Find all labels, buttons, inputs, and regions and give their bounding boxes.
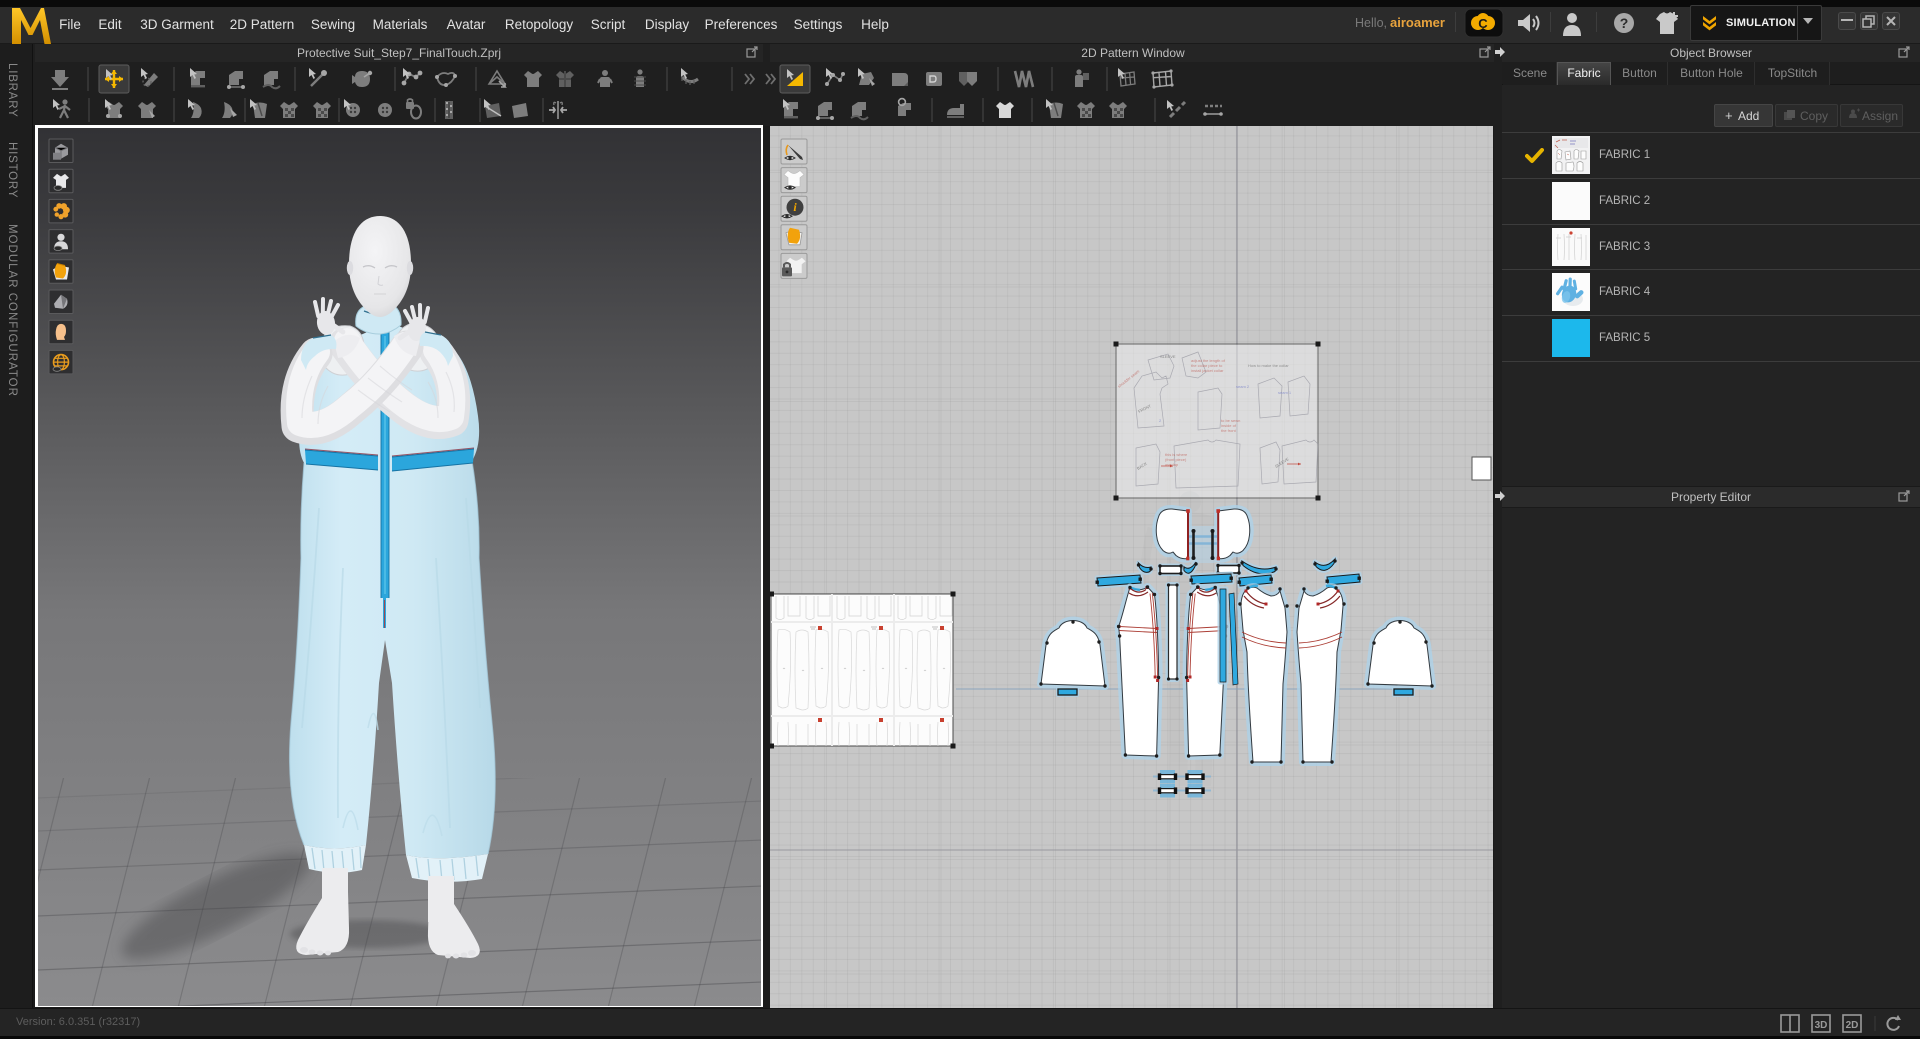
svg-text:?: ?: [1620, 15, 1629, 31]
svg-text:seam 2: seam 2: [1236, 384, 1250, 389]
svg-text:install jacket collar: install jacket collar: [1191, 368, 1224, 373]
svg-text:the front: the front: [1221, 428, 1237, 433]
svg-text:3D: 3D: [1815, 1020, 1828, 1031]
svg-text:2D: 2D: [1846, 1020, 1859, 1031]
svg-text:How to make the collar: How to make the collar: [1248, 363, 1289, 368]
svg-text:C: C: [1478, 16, 1488, 31]
svg-text:seam 1: seam 1: [1278, 390, 1292, 395]
svg-text:SLEEVE: SLEEVE: [1160, 354, 1176, 359]
